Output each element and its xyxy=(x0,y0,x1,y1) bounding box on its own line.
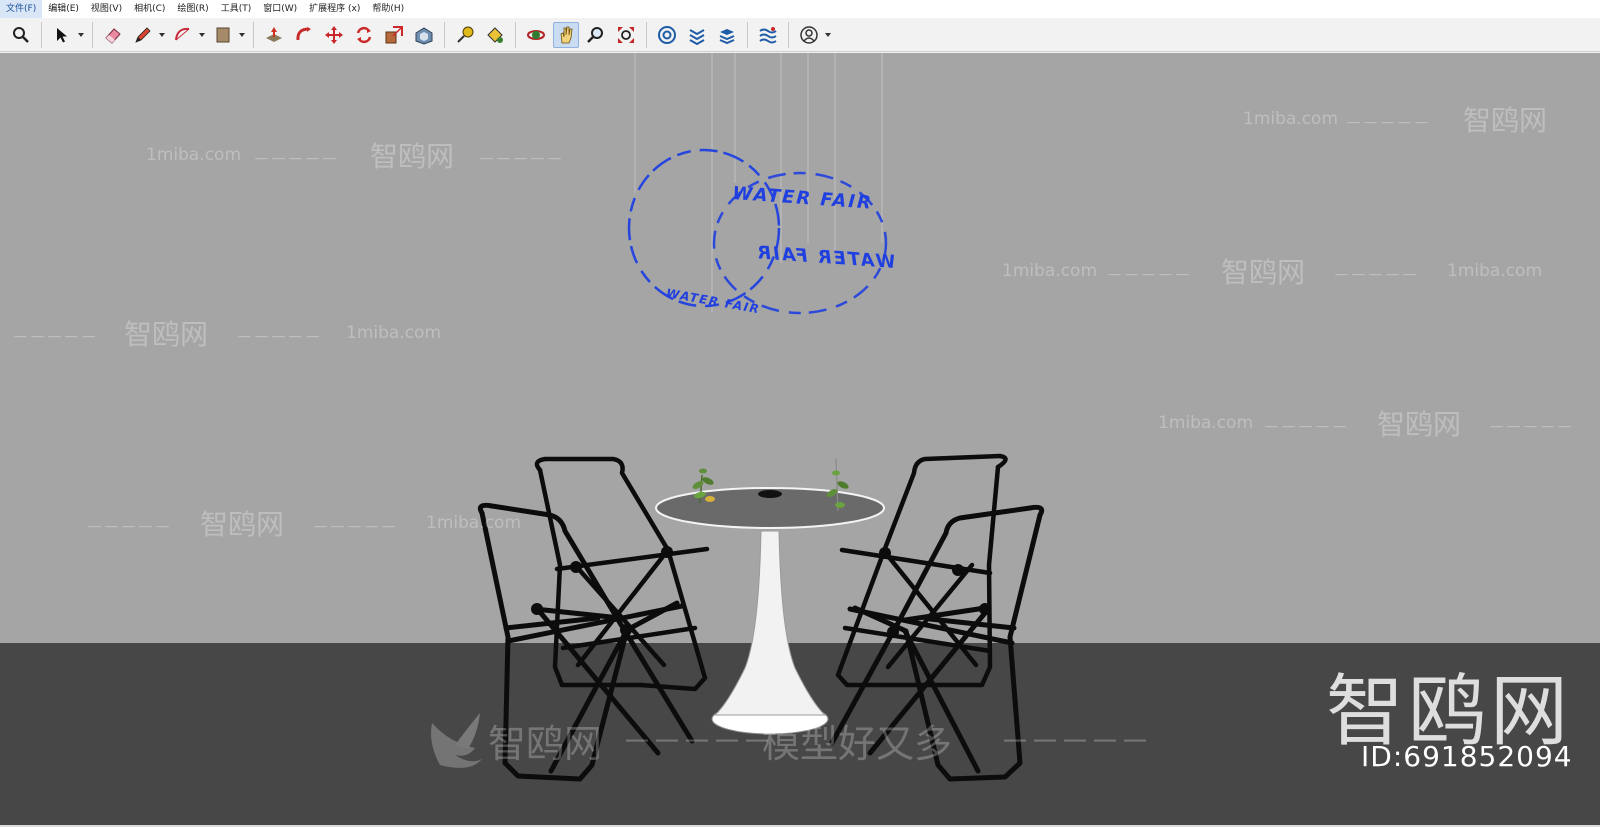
menu-draw[interactable]: 绘图(R) xyxy=(171,0,214,18)
eraser-icon[interactable] xyxy=(100,22,126,48)
bird-logo-watermark xyxy=(431,713,482,768)
watermark-site: 1miba.com xyxy=(1002,261,1098,281)
toolbar-separator xyxy=(253,21,254,48)
watermark-dashes: －－－－－ xyxy=(1345,114,1430,134)
watermark-brand: 智鸥网 xyxy=(370,140,455,173)
pencil-line-icon[interactable] xyxy=(130,22,156,48)
watermark-site: 1miba.com xyxy=(1243,109,1339,129)
watermark-dashes-bottom: －－－－－ xyxy=(622,725,772,760)
rectangle-icon[interactable] xyxy=(210,22,236,48)
toolbar-separator xyxy=(41,21,42,48)
watermark-dashes: －－－－－ xyxy=(1333,266,1418,286)
watermark-brand: 智鸥网 xyxy=(124,318,209,351)
sandbox-icon[interactable] xyxy=(755,22,781,48)
menu-camera[interactable]: 相机(C) xyxy=(128,0,171,18)
scale-icon[interactable] xyxy=(381,22,407,48)
rectangle-dropdown-chevron-icon[interactable] xyxy=(238,22,246,48)
extension-warehouse-icon[interactable] xyxy=(684,22,710,48)
arc-dropdown-chevron-icon[interactable] xyxy=(198,22,206,48)
watermark-dashes: －－－－－ xyxy=(312,518,397,538)
offset-icon[interactable] xyxy=(411,22,437,48)
watermark-brand-bottom: 智鸥网 xyxy=(488,722,603,766)
menu-edit[interactable]: 编辑(E) xyxy=(42,0,85,18)
right-chair-back xyxy=(835,453,1008,688)
account-icon[interactable] xyxy=(796,22,822,48)
push-pull-icon[interactable] xyxy=(261,22,287,48)
zoom-icon[interactable] xyxy=(8,22,34,48)
3d-warehouse-icon[interactable] xyxy=(654,22,680,48)
move-icon[interactable] xyxy=(321,22,347,48)
zoom-extents-icon[interactable] xyxy=(613,22,639,48)
watermark-brand: 智鸥网 xyxy=(200,508,285,541)
watermark-dashes: －－－－－ xyxy=(1263,418,1348,438)
sign-text-mirrored: WATER FAIR xyxy=(754,242,896,273)
toolbar-separator xyxy=(788,21,789,48)
toolbar-separator xyxy=(444,21,445,48)
watermark-dashes: －－－－－ xyxy=(253,150,338,170)
watermark-brand: 智鸥网 xyxy=(1221,256,1306,289)
watermark-dashes: －－－－－ xyxy=(86,518,171,538)
watermark-dashes: －－－－－ xyxy=(1106,266,1191,286)
zoom-window-icon[interactable] xyxy=(583,22,609,48)
sign-text-front: WATER FAIR xyxy=(732,183,874,214)
orbit-icon[interactable] xyxy=(523,22,549,48)
account-dropdown-chevron-icon[interactable] xyxy=(824,22,832,48)
arc-icon[interactable] xyxy=(170,22,196,48)
rotate-icon[interactable] xyxy=(351,22,377,48)
sign-text-lower: WATER FAIR xyxy=(665,286,761,316)
watermark-slogan: 模型好又多 xyxy=(762,722,953,766)
tape-measure-icon[interactable] xyxy=(452,22,478,48)
follow-me-icon[interactable] xyxy=(291,22,317,48)
watermark-dashes: －－－－－ xyxy=(236,328,321,348)
main-toolbar xyxy=(0,18,1600,52)
select-arrow-icon[interactable] xyxy=(49,22,75,48)
watermark-dashes: －－－－－ xyxy=(12,328,97,348)
select-dropdown-chevron-icon[interactable] xyxy=(77,22,85,48)
toolbar-separator xyxy=(515,21,516,48)
watermark-dashes-bottom: －－－－－ xyxy=(1000,725,1150,760)
watermark-dashes: －－－－－ xyxy=(478,150,563,170)
toolbar-separator xyxy=(747,21,748,48)
toolbar-separator xyxy=(646,21,647,48)
menu-extensions[interactable]: 扩展程序 (x) xyxy=(303,0,366,18)
pencil-dropdown-chevron-icon[interactable] xyxy=(158,22,166,48)
layers-icon[interactable] xyxy=(714,22,740,48)
menu-bar: 文件(F) 编辑(E) 视图(V) 相机(C) 绘图(R) 工具(T) 窗口(W… xyxy=(0,0,1600,19)
toolbar-separator xyxy=(92,21,93,48)
menu-help[interactable]: 帮助(H) xyxy=(366,0,410,18)
watermark-site: 1miba.com xyxy=(1158,413,1254,433)
menu-view[interactable]: 视图(V) xyxy=(85,0,128,18)
model-id-label: ID:691852094 xyxy=(1361,740,1573,773)
watermark-site: 1miba.com xyxy=(1447,261,1543,281)
watermark-dashes: －－－－－ xyxy=(1488,418,1573,438)
water-fair-hanging-sign: WATER FAIR WATER FAIR WATER FAIR xyxy=(627,148,896,316)
watermark-brand: 智鸥网 xyxy=(1463,104,1548,137)
menu-window[interactable]: 窗口(W) xyxy=(257,0,303,18)
watermark-brand: 智鸥网 xyxy=(1377,408,1462,441)
model-viewport[interactable]: WATER FAIR WATER FAIR WATER FAIR 1miba.c… xyxy=(0,53,1600,825)
menu-tools[interactable]: 工具(T) xyxy=(215,0,258,18)
pan-icon[interactable] xyxy=(553,21,579,48)
watermark-site: 1miba.com xyxy=(146,145,242,165)
menu-file[interactable]: 文件(F) xyxy=(0,0,43,18)
watermark-site: 1miba.com xyxy=(426,513,522,533)
paint-bucket-icon[interactable] xyxy=(482,22,508,48)
watermark-site: 1miba.com xyxy=(346,323,442,343)
